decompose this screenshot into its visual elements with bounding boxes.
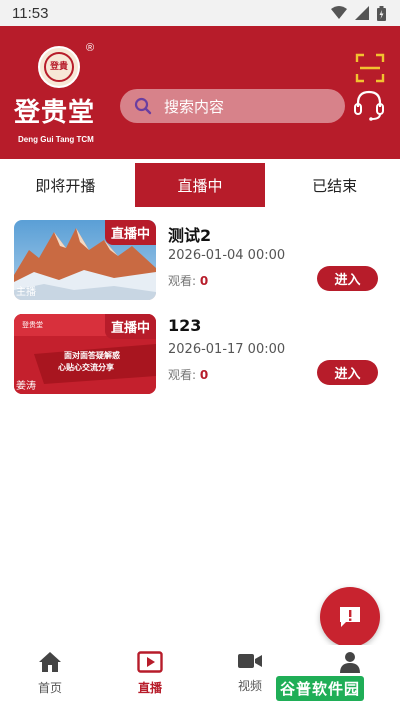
- nav-label: 直播: [137, 681, 162, 695]
- live-play-icon: [137, 651, 163, 673]
- live-title: 123: [168, 316, 202, 335]
- registered-mark: ®: [86, 42, 95, 54]
- battery-icon: [377, 5, 386, 21]
- view-count: 观看: 0: [168, 272, 208, 289]
- tab-live[interactable]: 直播中: [134, 163, 266, 207]
- status-time: 11:53: [12, 4, 49, 22]
- signal-icon: [355, 6, 369, 20]
- logo-subtitle: Deng Gui Tang TCM: [18, 135, 94, 144]
- customer-service-icon[interactable]: [352, 88, 386, 122]
- message-alert-icon: [340, 607, 360, 627]
- live-title: 测试2: [168, 226, 212, 245]
- host-name: 主播: [16, 287, 36, 298]
- live-list-item[interactable]: 直播中 主播 测试2 2026-01-04 00:00 观看: 0 进入: [14, 220, 386, 300]
- search-input[interactable]: 搜索内容: [120, 89, 345, 123]
- nav-home[interactable]: 首页: [0, 645, 100, 710]
- enter-button[interactable]: 进入: [317, 266, 378, 291]
- search-icon: [134, 97, 152, 115]
- tab-label: 即将开播: [35, 176, 96, 195]
- banner-logo: 登贵堂: [22, 321, 43, 329]
- live-status-tabs: 即将开播 直播中 已结束: [0, 163, 400, 207]
- live-thumbnail[interactable]: 登贵堂 面对面答疑解惑 心贴心交流分享 直播中 姜涛: [14, 314, 156, 394]
- logo-seal: 登貴: [38, 46, 80, 88]
- watermark-text: 谷普软件园: [276, 675, 365, 701]
- live-date: 2026-01-04 00:00: [168, 248, 286, 263]
- views-label: 观看:: [168, 274, 197, 288]
- nav-live[interactable]: 直播: [100, 645, 200, 710]
- status-icons: [331, 5, 386, 21]
- live-thumbnail[interactable]: 直播中 主播: [14, 220, 156, 300]
- site-watermark: 谷普软件园: [276, 675, 392, 701]
- logo-name: 登贵堂: [14, 98, 96, 128]
- live-badge: 直播中: [104, 220, 156, 245]
- banner-line-1: 面对面答疑解惑: [64, 351, 120, 360]
- message-fab-button[interactable]: [320, 587, 380, 647]
- live-date: 2026-01-17 00:00: [168, 342, 286, 357]
- nav-label: 视频: [237, 679, 262, 693]
- app-header: 登貴 ® 登贵堂 Deng Gui Tang TCM 搜索内容: [0, 26, 400, 159]
- live-list-item[interactable]: 登贵堂 面对面答疑解惑 心贴心交流分享 直播中 姜涛 123 2026-01-1…: [14, 314, 386, 394]
- scan-icon[interactable]: [355, 53, 385, 83]
- views-number: 0: [199, 274, 209, 288]
- status-bar: 11:53: [0, 0, 400, 26]
- tab-ended[interactable]: 已结束: [269, 163, 400, 207]
- wifi-icon: [331, 6, 347, 19]
- enter-button[interactable]: 进入: [317, 360, 378, 385]
- tab-label: 直播中: [177, 176, 223, 195]
- video-camera-icon: [238, 654, 262, 668]
- views-number: 0: [199, 368, 209, 382]
- user-icon: [340, 652, 360, 673]
- views-label: 观看:: [168, 368, 197, 382]
- brand-logo: 登貴 ® 登贵堂 Deng Gui Tang TCM: [10, 42, 110, 152]
- home-icon: [39, 652, 61, 672]
- tab-label: 已结束: [312, 176, 358, 195]
- nav-label: 首页: [37, 681, 62, 695]
- banner-line-2: 心贴心交流分享: [58, 363, 114, 372]
- search-placeholder: 搜索内容: [164, 97, 225, 116]
- live-badge: 直播中: [104, 314, 156, 339]
- host-name: 姜涛: [16, 381, 36, 392]
- logo-seal-text: 登貴: [44, 52, 74, 82]
- view-count: 观看: 0: [168, 366, 208, 383]
- tab-upcoming[interactable]: 即将开播: [0, 163, 131, 207]
